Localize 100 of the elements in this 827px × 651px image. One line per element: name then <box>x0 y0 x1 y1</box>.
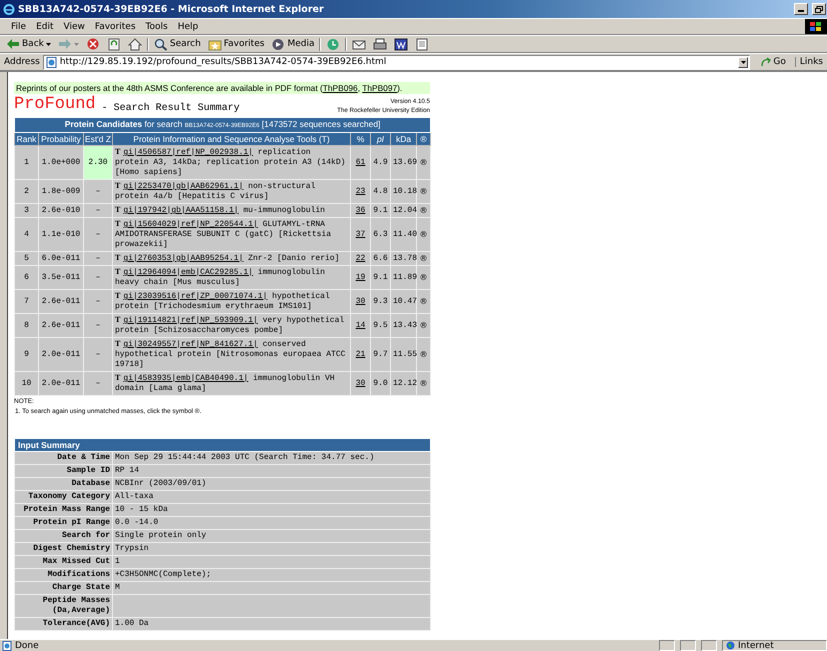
mail-icon <box>352 38 366 50</box>
page-icon <box>46 56 57 68</box>
menu-item[interactable]: View <box>58 20 90 33</box>
table-cell: T gi|197942|gb|AAA51158.1| mu-immunoglobulin <box>112 204 350 218</box>
media-button[interactable]: Media <box>269 36 316 52</box>
field-label: Search for <box>14 530 112 542</box>
table-cell: 9.1 <box>370 266 390 290</box>
home-icon <box>128 38 142 50</box>
table-cell: – <box>84 180 112 204</box>
accession-link[interactable]: gi|15604029|ref|NP_220544.1| <box>123 220 258 229</box>
pdf-link[interactable]: ThPB096 <box>322 83 358 93</box>
menu-item[interactable]: Edit <box>31 20 58 33</box>
field-value: 0.0 -14.0 <box>112 516 430 530</box>
table-cell: – <box>84 372 112 396</box>
coverage-link[interactable]: 23 <box>356 186 366 196</box>
coverage-link[interactable]: 19 <box>356 272 366 282</box>
column-header: Probability <box>38 132 84 146</box>
address-field[interactable]: http://129.85.19.192/profound_results/SBB13A742-0574-39EB92E6.html <box>42 54 750 70</box>
home-button[interactable] <box>126 36 144 52</box>
minimize-button[interactable] <box>794 3 808 15</box>
accession-link[interactable]: gi|4583935|emb|CAB40490.1| <box>123 374 248 383</box>
table-cell: – <box>84 204 112 218</box>
restore-icon <box>815 6 823 12</box>
coverage-link[interactable]: 21 <box>356 350 366 358</box>
caret-icon <box>74 42 79 46</box>
table-cell: – <box>84 290 112 314</box>
table-cell: 4.9 <box>370 146 390 180</box>
window-title: SBB13A742-0574-39EB92E6 - Microsoft Internet Explorer <box>18 4 325 14</box>
table-cell: 10.47 <box>390 290 416 314</box>
search-icon <box>154 38 168 50</box>
column-header: Protein Information and Sequence Analyse Tools (T) <box>112 132 350 146</box>
table-cell: T gi|19114821|ref|NP_593909.1| very hypothetical protein [Schizosaccharomyces pombe] <box>112 314 350 338</box>
address-label: Address <box>4 57 40 67</box>
coverage-link[interactable]: 14 <box>356 320 366 330</box>
coverage-link[interactable]: 30 <box>356 296 366 306</box>
table-cell: T gi|23039516|ref|ZP_00071074.1| hypothetical protein [Trichodesmium erythraeum IMS101] <box>112 290 350 314</box>
table-cell: T gi|2760353|gb|AAB95254.1| Znr-2 [Danio rerio] <box>112 252 350 266</box>
favorites-button[interactable]: Favorites <box>206 36 266 52</box>
coverage-link[interactable]: 30 <box>356 378 366 388</box>
field-label: Sample ID <box>14 464 112 478</box>
accession-link[interactable]: gi|197942|gb|AAA51158.1| <box>123 206 239 215</box>
field-label: Protein Mass Range <box>14 504 112 516</box>
table-cell: 11.40 <box>390 218 416 252</box>
accession-link[interactable]: gi|12964094|emb|CAC29285.1| <box>123 268 253 277</box>
accession-link[interactable]: gi|23039516|ref|ZP_00071074.1| <box>123 292 268 301</box>
section-title: Input Summary <box>18 440 80 450</box>
menu-item[interactable]: Favorites <box>90 20 141 33</box>
table-cell: 6.0e-011 <box>38 252 84 266</box>
search-button[interactable]: Search <box>152 36 203 52</box>
field-value: Mon Sep 29 15:44:44 2003 UTC (Search Time: 34.77 sec.) <box>112 452 430 464</box>
table-cell: – <box>84 338 112 372</box>
coverage-link[interactable]: 61 <box>356 158 366 166</box>
coverage-link[interactable]: 37 <box>356 230 366 238</box>
windows-flag-icon <box>810 22 822 32</box>
table-cell: 11.89 <box>390 266 416 290</box>
back-button[interactable]: Back <box>4 36 53 52</box>
note-icon <box>415 38 430 50</box>
table-cell: 7 <box>14 290 38 314</box>
table-cell: – <box>84 314 112 338</box>
field-label: Max Missed Cut <box>14 556 112 568</box>
accession-link[interactable]: gi|30249557|ref|NP_841627.1| <box>123 340 258 349</box>
printer-icon <box>373 38 388 50</box>
field-label: Peptide Masses (Da,Average) <box>14 594 112 618</box>
links-button[interactable]: Links <box>794 57 827 67</box>
go-button[interactable]: Go <box>753 57 792 67</box>
field-value: +C3H5ONMC(Complete); <box>112 568 430 582</box>
field-label: Tolerance(AVG) <box>14 618 112 630</box>
address-input[interactable]: http://129.85.19.192/profound_results/SBB13A742-0574-39EB92E6.html <box>60 56 736 68</box>
field-label: Modifications <box>14 568 112 582</box>
accession-link[interactable]: gi|4506587|ref|NP_002938.1| <box>123 148 253 157</box>
table-cell: 4 <box>14 218 38 252</box>
dropdown-button[interactable] <box>738 56 748 68</box>
edit-icon <box>394 38 408 50</box>
rerun-search-link[interactable]: ® <box>416 338 431 372</box>
field-value: 10 - 15 kDa <box>112 504 430 516</box>
accession-link[interactable]: gi|19114821|ref|NP_593909.1| <box>123 316 258 325</box>
menu-item[interactable]: Tools <box>140 20 173 33</box>
field-label: Date & Time <box>14 452 112 464</box>
field-value: NCBInr (2003/09/01) <box>112 478 430 490</box>
table-cell: 1 <box>14 146 38 180</box>
maximize-button[interactable] <box>812 3 826 15</box>
table-cell: 9.0 <box>370 372 390 396</box>
browser-logo-icon <box>3 3 15 15</box>
accession-link[interactable]: gi|2253470|gb|AAB62961.1| <box>123 182 244 191</box>
rerun-search-link[interactable]: ® <box>416 146 431 180</box>
menu-item[interactable]: File <box>6 20 32 33</box>
accession-link[interactable]: gi|2760353|gb|AAB95254.1| <box>123 254 244 263</box>
print-button[interactable] <box>371 36 390 52</box>
table-cell: 12.12 <box>390 372 416 396</box>
pdf-link[interactable]: ThPB097 <box>362 83 398 93</box>
table-cell: 6.3 <box>370 218 390 252</box>
rerun-search-link[interactable]: ® <box>416 218 431 252</box>
table-cell: 1.1e-010 <box>38 218 84 252</box>
table-cell: 2.30 <box>84 146 112 180</box>
menu-item[interactable]: Help <box>172 20 204 33</box>
table-cell: 13.69 <box>390 146 416 180</box>
edit-button[interactable] <box>392 36 410 52</box>
table-cell: 9.3 <box>370 290 390 314</box>
history-icon <box>326 38 340 50</box>
security-zone: Internet <box>738 640 774 650</box>
